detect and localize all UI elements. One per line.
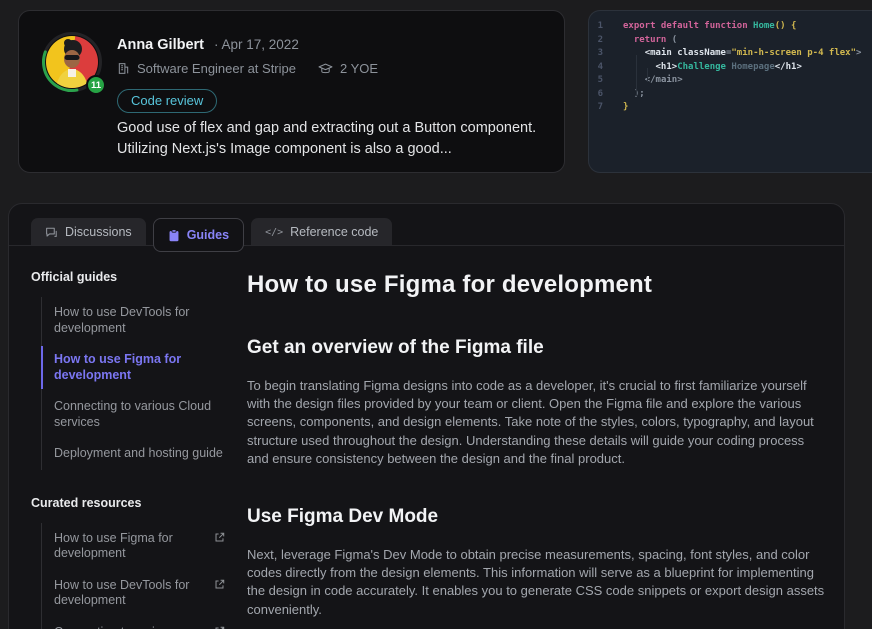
tab-label: Guides (187, 228, 229, 242)
graduation-cap-icon (318, 63, 333, 75)
external-link-icon (214, 532, 225, 548)
review-card: 11 Anna Gilbert · Apr 17, 2022 Software … (18, 10, 565, 173)
sidebar-item-label: Connecting to various Cloud services (54, 625, 196, 629)
code-line: 2 return ( (589, 34, 872, 48)
sidebar-item-how-to-use-devtools-for-development[interactable]: How to use DevTools for development (42, 297, 225, 344)
avatar[interactable]: 11 (41, 31, 103, 93)
code-line: 1export default function Home() { (589, 20, 872, 34)
line-number: 4 (589, 61, 603, 75)
sidebar-item-label: How to use Figma for development (54, 352, 181, 382)
code-lines: 1export default function Home() {2 retur… (589, 20, 872, 115)
section-body: Next, leverage Figma's Dev Mode to obtai… (247, 546, 828, 619)
article-section-use-figma-dev-mode: Use Figma Dev Mode Next, leverage Figma's… (247, 506, 828, 619)
official-guides-heading: Official guides (31, 270, 225, 284)
tab-reference-code[interactable]: </> Reference code (251, 218, 392, 246)
level-badge: 11 (86, 75, 106, 95)
code-line: 3 <main className="min-h-screen p-4 flex… (589, 47, 872, 61)
sidebar-item-deployment-and-hosting-guide[interactable]: Deployment and hosting guide (42, 438, 225, 470)
external-link-icon (214, 579, 225, 595)
experience-label: 2 YOE (340, 61, 378, 76)
sidebar-item-label: How to use DevTools for development (54, 305, 189, 335)
tab-guides[interactable]: Guides (153, 218, 244, 252)
tab-discussions[interactable]: Discussions (31, 218, 146, 246)
article-section-get-an-overview-of-the-figma-file: Get an overview of the Figma file To begi… (247, 337, 828, 468)
article-sections: Get an overview of the Figma file To begi… (247, 337, 828, 619)
tab-bar: Discussions Guides </> Reference code (9, 204, 844, 246)
line-number: 3 (589, 47, 603, 61)
external-link-icon (214, 626, 225, 629)
guides-icon (168, 229, 180, 242)
section-heading: Get an overview of the Figma file (247, 337, 828, 359)
curated-resources-list: How to use Figma for development How to u… (41, 523, 225, 629)
tab-label: Reference code (290, 225, 378, 239)
author-role: Software Engineer at Stripe (137, 61, 296, 76)
indent-guide (647, 68, 648, 82)
sidebar-item-how-to-use-figma-for-development[interactable]: How to use Figma for development (42, 523, 225, 570)
code-icon: </> (265, 227, 283, 238)
article-title: How to use Figma for development (247, 271, 828, 299)
code-line: 7} (589, 101, 872, 115)
sidebar-item-how-to-use-figma-for-development[interactable]: How to use Figma for development (42, 344, 225, 391)
line-number: 2 (589, 34, 603, 48)
panel-body: Official guides How to use DevTools for … (9, 246, 844, 629)
sidebar-item-connecting-to-various-cloud-services[interactable]: Connecting to various Cloud services (42, 391, 225, 438)
guides-panel: Discussions Guides </> Reference code Offic… (8, 203, 845, 629)
article: How to use Figma for development Get an … (225, 270, 828, 629)
sidebar-item-label: How to use DevTools for development (54, 578, 196, 609)
code-line: 6 ); (589, 88, 872, 102)
line-number: 5 (589, 74, 603, 88)
section-heading: Use Figma Dev Mode (247, 506, 828, 528)
tab-label: Discussions (65, 225, 132, 239)
post-date: · Apr 17, 2022 (214, 37, 299, 52)
sidebar-item-label: How to use Figma for development (54, 531, 196, 562)
code-line: 5 </main> (589, 74, 872, 88)
curated-resources-heading: Curated resources (31, 496, 225, 510)
app-root: 11 Anna Gilbert · Apr 17, 2022 Software … (0, 0, 872, 629)
line-number: 7 (589, 101, 603, 115)
review-info: Anna Gilbert · Apr 17, 2022 Software Eng… (117, 37, 378, 113)
line-number: 1 (589, 20, 603, 34)
section-body: To begin translating Figma designs into … (247, 377, 828, 468)
code-review-tag[interactable]: Code review (117, 89, 217, 113)
author-name[interactable]: Anna Gilbert (117, 37, 204, 53)
sidebar-item-label: Deployment and hosting guide (54, 446, 223, 460)
sidebar-item-connecting-to-various-cloud-services[interactable]: Connecting to various Cloud services (42, 617, 225, 629)
code-line: 4 <h1>Challenge Homepage</h1> (589, 61, 872, 75)
guides-sidebar: Official guides How to use DevTools for … (31, 270, 225, 629)
indent-guide (636, 55, 637, 96)
line-number: 6 (589, 88, 603, 102)
sidebar-item-how-to-use-devtools-for-development[interactable]: How to use DevTools for development (42, 570, 225, 617)
official-guides-list: How to use DevTools for development How t… (41, 297, 225, 470)
discussions-icon (45, 226, 58, 239)
tab-bar-divider (9, 245, 844, 246)
sidebar-item-label: Connecting to various Cloud services (54, 399, 211, 429)
review-comment: Good use of flex and gap and extracting … (117, 118, 562, 160)
code-editor-panel: 1export default function Home() {2 retur… (588, 10, 872, 173)
building-icon (117, 62, 130, 75)
